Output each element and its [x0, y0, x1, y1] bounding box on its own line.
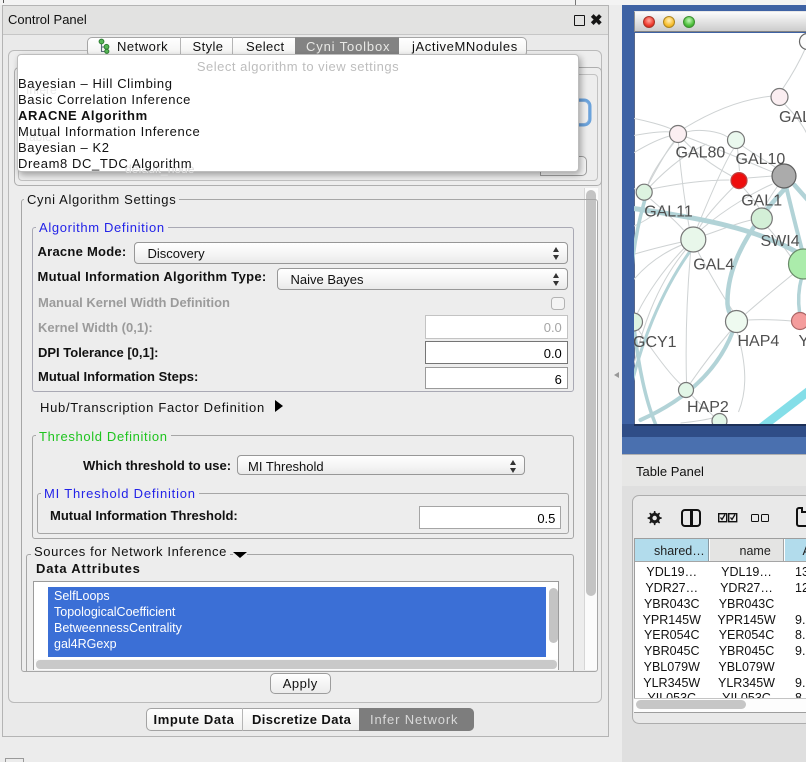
svg-text:GAL80: GAL80 [675, 145, 725, 162]
svg-text:GAL4: GAL4 [693, 257, 734, 274]
svg-text:GAL1: GAL1 [741, 193, 782, 210]
svg-text:HAP4: HAP4 [737, 333, 779, 350]
svg-text:HAP2: HAP2 [687, 399, 729, 416]
svg-text:Y: Y [798, 333, 806, 350]
svg-text:SWI4: SWI4 [760, 233, 799, 250]
svg-text:GAL10: GAL10 [735, 151, 785, 168]
svg-text:GAL: GAL [779, 109, 806, 126]
svg-text:GAL11: GAL11 [644, 203, 693, 220]
svg-text:GCY1: GCY1 [634, 334, 677, 351]
